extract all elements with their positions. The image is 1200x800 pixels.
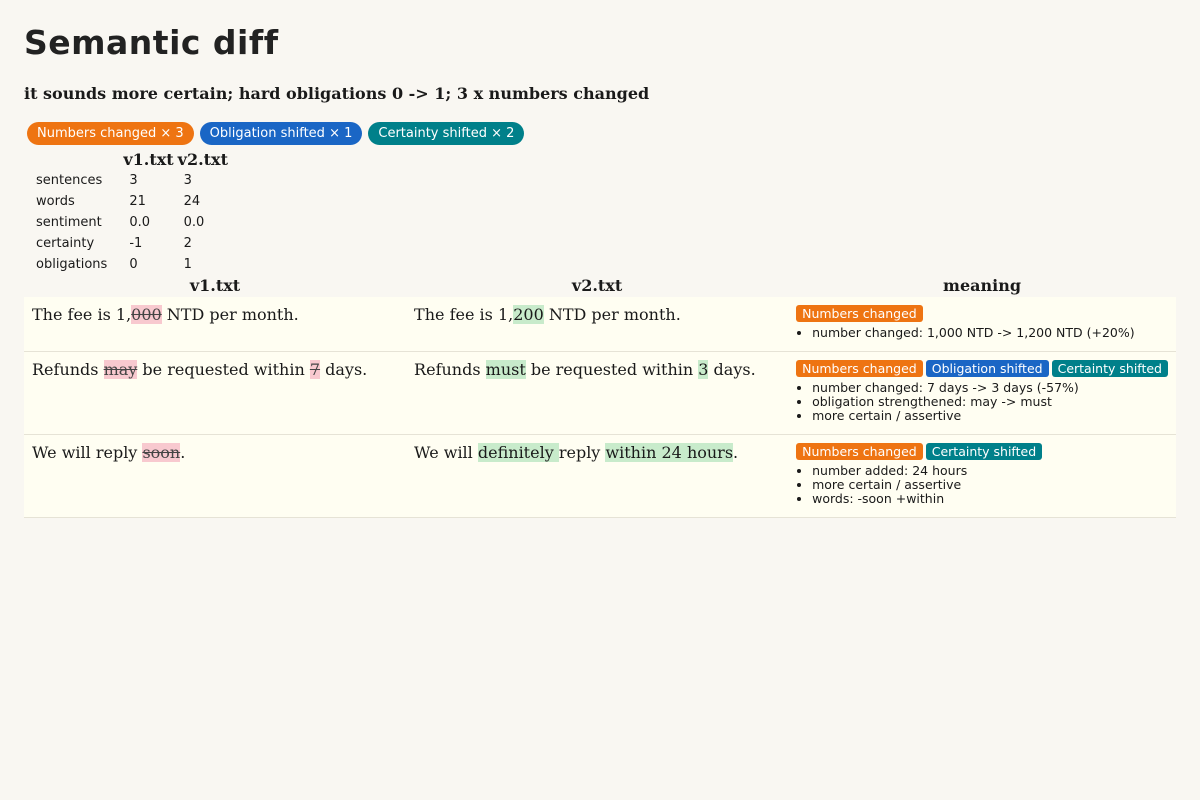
diff-cell-v2: We will definitely reply within 24 hours… — [406, 434, 789, 518]
unchanged-text: We will reply — [32, 443, 143, 462]
unchanged-text: We will — [414, 443, 478, 462]
stats-v1-value: 0 — [129, 257, 138, 272]
badge-obligation-shifted: Obligation shifted × 1 — [199, 122, 363, 145]
diff-header-v2: v2.txt — [571, 276, 623, 295]
stats-v2-value: 2 — [183, 236, 192, 251]
deleted-text: soon — [142, 443, 181, 462]
meaning-note: number added: 24 hours — [812, 464, 1168, 478]
unchanged-text: Refunds — [32, 360, 104, 379]
diff-cell-v2: The fee is 1,200 NTD per month. — [406, 297, 789, 352]
diff-header-v1: v1.txt — [189, 276, 241, 295]
diff-cell-v2: Refunds must be requested within 3 days. — [406, 351, 789, 435]
page-title: Semantic diff — [24, 23, 279, 62]
unchanged-text: . — [180, 443, 186, 462]
stats-v1-value: 3 — [129, 173, 138, 188]
unchanged-text: . — [733, 443, 739, 462]
inserted-text: definitely — [477, 443, 559, 462]
stats-v2-value: 24 — [183, 194, 201, 209]
meaning-notes: number added: 24 hoursmore certain / ass… — [796, 464, 1168, 506]
diff-sentence-v2: Refunds must be requested within 3 days. — [414, 359, 780, 381]
meaning-note: more certain / assertive — [812, 478, 1168, 492]
stats-header-row: v1.txt v2.txt — [28, 150, 230, 170]
stats-label: obligations — [36, 257, 108, 272]
stats-row: words 21 24 — [28, 191, 230, 212]
meaning-note: number changed: 7 days -> 3 days (-57%) — [812, 381, 1168, 395]
diff-cell-meaning: Numbers changed Obligation shifted Certain… — [788, 351, 1176, 435]
diff-sentence-v2: The fee is 1,200 NTD per month. — [414, 304, 780, 326]
unchanged-text: days. — [708, 360, 756, 379]
badge-certainty-shifted: Certainty shifted × 2 — [368, 122, 525, 145]
meaning-notes: number changed: 7 days -> 3 days (-57%)o… — [796, 381, 1168, 423]
stats-label: sentiment — [36, 215, 102, 230]
inserted-text: within 24 hours — [605, 443, 734, 462]
meaning-tags: Numbers changed Obligation shifted Certain… — [796, 360, 1168, 377]
diff-row: We will reply soon. We will definitely re… — [24, 434, 1176, 518]
diff-cell-v1: Refunds may be requested within 7 days. — [24, 351, 407, 435]
page: Semantic diff it sounds more certain; ha… — [0, 0, 1200, 518]
diff-sentence-v2: We will definitely reply within 24 hours… — [414, 442, 780, 464]
meaning-tag: Numbers changed — [796, 443, 923, 460]
stats-header-v2: v2.txt — [177, 150, 228, 169]
diff-sentence-v1: The fee is 1,000 NTD per month. — [32, 304, 398, 326]
meaning-tag: Certainty shifted — [1051, 360, 1168, 377]
meaning-tag: Obligation shifted — [925, 360, 1049, 377]
meaning-note: words: -soon +within — [812, 492, 1168, 506]
diff-sentence-v1: We will reply soon. — [32, 442, 398, 464]
meaning-tags: Numbers changed — [796, 305, 1168, 322]
unchanged-text: NTD per month. — [543, 305, 681, 324]
stats-row: obligations 0 1 — [28, 254, 230, 275]
unchanged-text: reply — [558, 443, 606, 462]
diff-row: Refunds may be requested within 7 days. R… — [24, 351, 1176, 435]
meaning-tag: Numbers changed — [796, 360, 923, 377]
stats-v2-value: 3 — [183, 173, 192, 188]
unchanged-text: days. — [320, 360, 368, 379]
diff-header-meaning: meaning — [943, 276, 1022, 295]
unchanged-text: The fee is 1, — [32, 305, 132, 324]
meaning-note: obligation strengthened: may -> must — [812, 395, 1168, 409]
meaning-note: more certain / assertive — [812, 409, 1168, 423]
stats-v1-value: 21 — [129, 194, 146, 209]
inserted-text: 200 — [513, 305, 544, 324]
unchanged-text: The fee is 1, — [414, 305, 514, 324]
stats-row: certainty -1 2 — [28, 233, 230, 254]
badge-numbers-changed: Numbers changed × 3 — [27, 122, 194, 145]
inserted-text: 3 — [698, 360, 709, 379]
meaning-note: number changed: 1,000 NTD -> 1,200 NTD (… — [812, 326, 1168, 340]
stats-v2-value: 1 — [183, 257, 192, 272]
meaning-tag: Numbers changed — [796, 305, 923, 322]
diff-row: The fee is 1,000 NTD per month. The fee i… — [24, 297, 1176, 352]
deleted-text: 7 — [309, 360, 321, 379]
summary-text: it sounds more certain; hard obligations… — [24, 84, 650, 103]
badge-bar: Numbers changed × 3 Obligation shifted ×… — [24, 122, 1176, 146]
stats-v2-value: 0.0 — [183, 215, 205, 230]
stats-v1-value: -1 — [129, 236, 143, 251]
stats-row: sentences 3 3 — [28, 170, 230, 191]
diff-cell-meaning: Numbers changed number changed: 1,000 NTD… — [788, 297, 1176, 352]
unchanged-text: NTD per month. — [161, 305, 299, 324]
meaning-tags: Numbers changed Certainty shifted — [796, 443, 1168, 460]
diff-table: v1.txt v2.txt meaning The fee is 1,000 N… — [24, 275, 1176, 518]
meaning-tag: Certainty shifted — [925, 443, 1043, 460]
stats-label: sentences — [36, 173, 103, 188]
stats-v1-value: 0.0 — [129, 215, 151, 230]
unchanged-text: be requested within — [137, 360, 310, 379]
stats-header-empty — [28, 150, 121, 170]
unchanged-text: Refunds — [414, 360, 486, 379]
diff-cell-v1: We will reply soon. — [24, 434, 407, 518]
inserted-text: must — [485, 360, 526, 379]
diff-header-row: v1.txt v2.txt meaning — [24, 275, 1176, 297]
stats-label: words — [36, 194, 75, 209]
diff-cell-meaning: Numbers changedCertainty shifted number a… — [788, 434, 1176, 518]
stats-table: v1.txt v2.txt sentences 3 3 words 21 24 … — [28, 150, 230, 275]
diff-body: The fee is 1,000 NTD per month. The fee i… — [24, 297, 1176, 518]
stats-row: sentiment 0.0 0.0 — [28, 212, 230, 233]
deleted-text: 000 — [131, 305, 162, 324]
diff-sentence-v1: Refunds may be requested within 7 days. — [32, 359, 398, 381]
meaning-notes: number changed: 1,000 NTD -> 1,200 NTD (… — [796, 326, 1168, 340]
diff-cell-v1: The fee is 1,000 NTD per month. — [24, 297, 407, 352]
stats-header-v1: v1.txt — [123, 150, 174, 169]
stats-label: certainty — [36, 236, 95, 251]
unchanged-text: be requested within — [525, 360, 699, 379]
deleted-text: may — [103, 360, 138, 379]
